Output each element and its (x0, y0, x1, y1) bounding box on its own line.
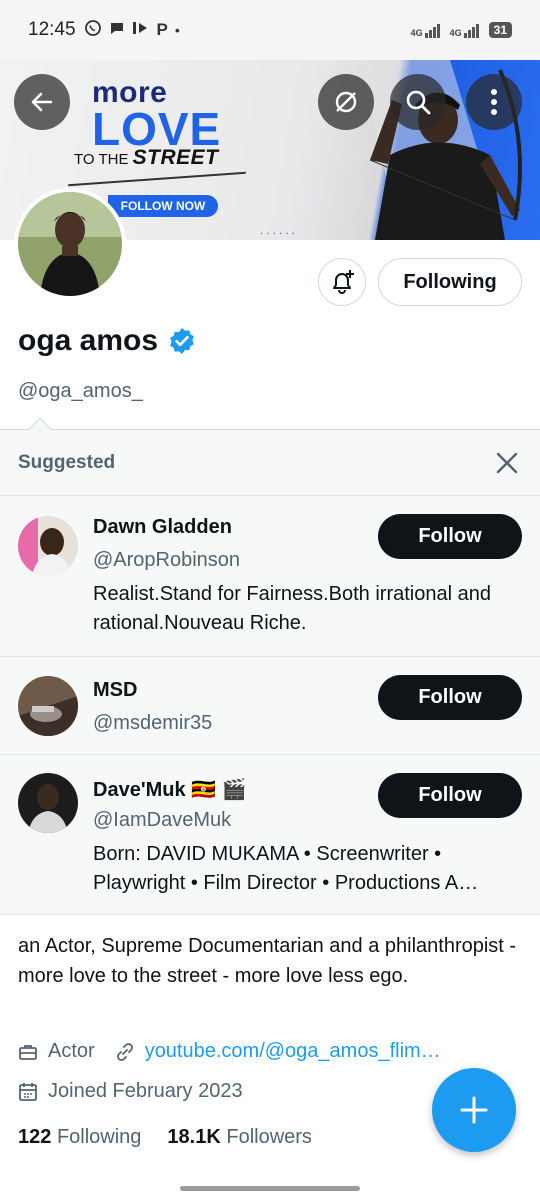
suggested-user-davemuk[interactable]: Dave'Muk 🇺🇬 🎬 @IamDaveMuk Born: DAVID MU… (0, 755, 540, 916)
signal-icon: 4G (411, 22, 440, 38)
whatsapp-icon (84, 19, 102, 41)
suggested-panel: Suggested Dawn Gladden @AropRobinson Rea… (0, 417, 540, 916)
profile-website-link[interactable]: youtube.com/@oga_amos_flim… (145, 1040, 441, 1063)
suggested-user-dawn-gladden[interactable]: Dawn Gladden @AropRobinson Realist.Stand… (0, 496, 540, 657)
banner-text-to-the: TO THE (74, 151, 129, 168)
suggested-user-msd[interactable]: MSD @msdemir35 Follow (0, 657, 540, 755)
following-button[interactable]: Following (378, 258, 522, 306)
suggested-header: Suggested (0, 430, 540, 496)
banner-text-street: TO THE STREET (74, 146, 218, 170)
eye-slash-icon (335, 91, 357, 113)
profile-joined-date: Joined February 2023 (48, 1080, 243, 1102)
followers-label: Followers (226, 1126, 312, 1148)
briefcase-icon (18, 1042, 42, 1062)
notification-bell-button[interactable] (318, 258, 366, 306)
network-type-2: 4G (449, 28, 462, 38)
follow-button[interactable]: Follow (378, 773, 522, 818)
suggested-title: Suggested (18, 452, 116, 473)
followers-count-link[interactable]: 18.1K Followers (167, 1126, 312, 1149)
avatar-photo (18, 192, 122, 296)
status-bar: 12:45 P • 4G 4G 31 (0, 0, 540, 60)
user-avatar[interactable] (18, 676, 78, 736)
link-icon (115, 1042, 139, 1062)
search-button[interactable] (390, 74, 446, 130)
followers-count: 18.1K (167, 1126, 221, 1148)
banner-dots: ...... (260, 223, 299, 237)
profile-name-row: oga amos (18, 324, 196, 358)
plus-icon (460, 1096, 488, 1124)
user-handle: @AropRobinson (93, 549, 241, 571)
user-handle: @msdemir35 (93, 712, 213, 734)
banner-follow-now: FOLLOW NOW (108, 195, 218, 217)
hide-button[interactable] (318, 74, 374, 130)
verified-badge-icon (170, 328, 194, 354)
user-name[interactable]: MSD (93, 679, 137, 702)
follow-button[interactable]: Follow (378, 514, 522, 559)
profile-handle: @oga_amos_ (18, 380, 143, 402)
signal-icon-2: 4G (450, 22, 479, 38)
network-type-1: 4G (410, 28, 423, 38)
profile-bio: an Actor, Supreme Documentarian and a ph… (18, 935, 517, 987)
user-avatar[interactable] (18, 516, 78, 576)
following-count-link[interactable]: 122 Following (18, 1126, 141, 1149)
profile-joined-row: Joined February 2023 (18, 1080, 243, 1103)
compose-button[interactable] (432, 1068, 516, 1152)
app-notification-icon (132, 20, 150, 40)
user-handle: @IamDaveMuk (93, 809, 232, 831)
user-bio: Realist.Stand for Fairness.Both irration… (93, 583, 491, 634)
profile-category: Actor (48, 1040, 95, 1062)
profile-meta-row: Actor youtube.com/@oga_amos_flim… (18, 1040, 441, 1063)
battery-icon: 31 (488, 22, 512, 38)
status-time: 12:45 (28, 19, 76, 40)
close-icon (496, 452, 518, 474)
follow-button[interactable]: Follow (378, 675, 522, 720)
profile-avatar[interactable] (14, 188, 126, 300)
user-avatar[interactable] (18, 773, 78, 833)
more-notifications-dot: • (174, 22, 180, 38)
user-bio: Born: DAVID MUKAMA • Screenwriter • Play… (93, 843, 479, 894)
follow-counts: 122 Following 18.1K Followers (18, 1126, 312, 1149)
chat-icon (109, 20, 125, 40)
back-arrow-icon (31, 92, 53, 112)
more-options-button[interactable] (466, 74, 522, 130)
back-button[interactable] (14, 74, 70, 130)
profile-name: oga amos (18, 324, 159, 357)
close-suggested-button[interactable] (492, 448, 522, 478)
calendar-icon (18, 1082, 42, 1102)
status-right-icons: 4G 4G 31 (411, 22, 512, 38)
user-name[interactable]: Dawn Gladden (93, 516, 232, 539)
bell-plus-icon (333, 270, 354, 294)
home-indicator[interactable] (180, 1186, 360, 1191)
p-app-icon: P (156, 20, 168, 39)
user-name[interactable]: Dave'Muk 🇺🇬 🎬 (93, 777, 247, 802)
notification-icons: P • (84, 19, 180, 41)
following-count: 122 (18, 1126, 52, 1148)
banner-divider (68, 171, 246, 187)
following-label: Following (56, 1126, 142, 1148)
banner-text-street-bold: STREET (132, 146, 219, 169)
more-vertical-icon (491, 89, 497, 115)
search-icon (406, 90, 431, 115)
